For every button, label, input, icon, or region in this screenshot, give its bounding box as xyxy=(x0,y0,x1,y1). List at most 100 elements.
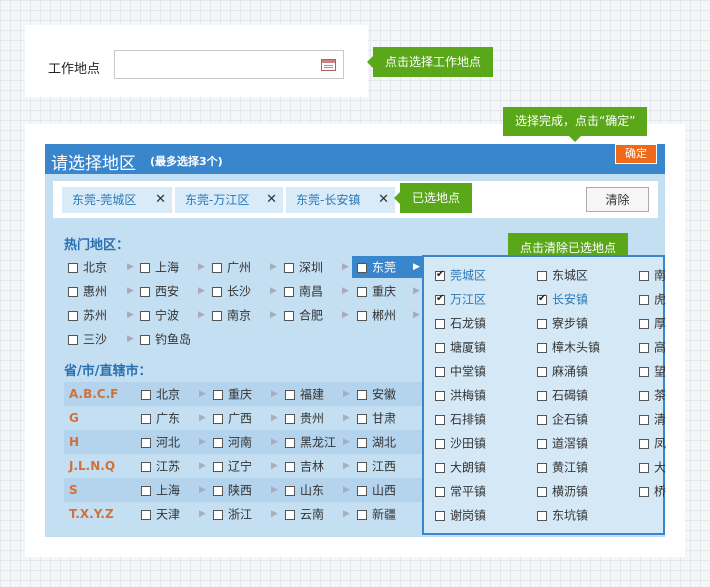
checkbox[interactable] xyxy=(141,389,151,400)
province-option[interactable]: 黑龙江 xyxy=(285,433,336,451)
clear-button[interactable]: 清除 xyxy=(586,187,649,212)
hot-option-sansha[interactable]: 三沙 xyxy=(68,330,107,348)
hot-option-xian[interactable]: 西安 xyxy=(140,282,179,300)
subregion-option[interactable]: 横沥镇 xyxy=(537,482,588,500)
province-option[interactable]: 江西 xyxy=(357,457,396,475)
checkbox[interactable] xyxy=(212,310,222,321)
checkbox[interactable] xyxy=(639,342,649,353)
checkbox[interactable] xyxy=(357,485,367,496)
checkbox[interactable] xyxy=(435,318,445,329)
province-option[interactable]: 河南 xyxy=(213,433,252,451)
remove-tag-icon[interactable]: ✕ xyxy=(266,187,277,213)
hot-option-chenzhou[interactable]: 郴州 xyxy=(357,306,396,324)
checkbox[interactable] xyxy=(639,270,649,281)
checkbox[interactable] xyxy=(639,486,649,497)
checkbox[interactable] xyxy=(213,509,223,520)
checkbox[interactable] xyxy=(537,438,547,449)
checkbox[interactable] xyxy=(639,414,649,425)
remove-tag-icon[interactable]: ✕ xyxy=(155,187,166,213)
checkbox[interactable] xyxy=(213,389,223,400)
province-option[interactable]: 江苏 xyxy=(141,457,180,475)
checkbox[interactable] xyxy=(285,461,295,472)
subregion-option[interactable]: 中堂镇 xyxy=(435,362,486,380)
checkbox[interactable] xyxy=(68,310,78,321)
subregion-option[interactable]: 桥 xyxy=(639,482,666,500)
checkbox[interactable] xyxy=(537,462,547,473)
hot-option-dongguan[interactable]: 东莞 xyxy=(357,258,396,276)
subregion-option[interactable]: 凤 xyxy=(639,434,666,452)
confirm-button[interactable]: 确定 xyxy=(615,144,657,164)
province-option[interactable]: 吉林 xyxy=(285,457,324,475)
checkbox[interactable] xyxy=(537,510,547,521)
checkbox[interactable] xyxy=(140,286,150,297)
checkbox[interactable] xyxy=(537,414,547,425)
subregion-option[interactable]: 茶 xyxy=(639,386,666,404)
calendar-icon[interactable] xyxy=(321,59,336,71)
subregion-option[interactable]: 石龙镇 xyxy=(435,314,486,332)
hot-option-guangzhou[interactable]: 广州 xyxy=(212,258,251,276)
checkbox[interactable] xyxy=(435,510,445,521)
checkbox[interactable] xyxy=(357,461,367,472)
subregion-option[interactable]: 沙田镇 xyxy=(435,434,486,452)
subregion-option[interactable]: 石排镇 xyxy=(435,410,486,428)
checkbox[interactable] xyxy=(639,366,649,377)
checkbox[interactable] xyxy=(141,413,151,424)
checkbox[interactable] xyxy=(357,389,367,400)
checkbox[interactable] xyxy=(285,509,295,520)
checkbox[interactable] xyxy=(435,293,445,305)
checkbox[interactable] xyxy=(212,286,222,297)
checkbox[interactable] xyxy=(435,438,445,449)
checkbox[interactable] xyxy=(140,310,150,321)
hot-option-chongqing[interactable]: 重庆 xyxy=(357,282,396,300)
province-option[interactable]: 甘肃 xyxy=(357,409,396,427)
checkbox[interactable] xyxy=(537,390,547,401)
checkbox[interactable] xyxy=(537,318,547,329)
hot-option-shenzhen[interactable]: 深圳 xyxy=(284,258,323,276)
province-option[interactable]: 新疆 xyxy=(357,505,396,523)
province-option[interactable]: 天津 xyxy=(141,505,180,523)
subregion-option[interactable]: 麻涌镇 xyxy=(537,362,588,380)
checkbox[interactable] xyxy=(285,485,295,496)
checkbox[interactable] xyxy=(285,389,295,400)
hot-option-suzhou[interactable]: 苏州 xyxy=(68,306,107,324)
checkbox[interactable] xyxy=(435,462,445,473)
hot-option-huizhou[interactable]: 惠州 xyxy=(68,282,107,300)
province-option[interactable]: 上海 xyxy=(141,481,180,499)
checkbox[interactable] xyxy=(68,334,78,345)
hot-option-ningbo[interactable]: 宁波 xyxy=(140,306,179,324)
subregion-option[interactable]: 樟木头镇 xyxy=(537,338,600,356)
province-option[interactable]: 陕西 xyxy=(213,481,252,499)
province-option[interactable]: 湖北 xyxy=(357,433,396,451)
checkbox[interactable] xyxy=(435,486,445,497)
checkbox[interactable] xyxy=(357,310,367,321)
checkbox[interactable] xyxy=(639,318,649,329)
subregion-option[interactable]: 企石镇 xyxy=(537,410,588,428)
checkbox[interactable] xyxy=(68,286,78,297)
checkbox[interactable] xyxy=(284,286,294,297)
checkbox[interactable] xyxy=(537,486,547,497)
checkbox[interactable] xyxy=(639,438,649,449)
remove-tag-icon[interactable]: ✕ xyxy=(378,187,389,213)
subregion-option[interactable]: 谢岗镇 xyxy=(435,506,486,524)
hot-option-hefei[interactable]: 合肥 xyxy=(284,306,323,324)
checkbox[interactable] xyxy=(141,437,151,448)
subregion-option[interactable]: 塘厦镇 xyxy=(435,338,486,356)
checkbox[interactable] xyxy=(537,366,547,377)
checkbox[interactable] xyxy=(639,390,649,401)
checkbox[interactable] xyxy=(357,437,367,448)
checkbox[interactable] xyxy=(285,437,295,448)
checkbox[interactable] xyxy=(357,509,367,520)
subregion-option[interactable]: 常平镇 xyxy=(435,482,486,500)
subregion-option[interactable]: 东城区 xyxy=(537,266,588,284)
province-option[interactable]: 浙江 xyxy=(213,505,252,523)
checkbox[interactable] xyxy=(140,262,150,273)
province-option[interactable]: 云南 xyxy=(285,505,324,523)
checkbox[interactable] xyxy=(141,485,151,496)
province-option[interactable]: 山西 xyxy=(357,481,396,499)
subregion-option[interactable]: 洪梅镇 xyxy=(435,386,486,404)
checkbox[interactable] xyxy=(141,509,151,520)
subregion-option[interactable]: 虎 xyxy=(639,290,666,308)
checkbox[interactable] xyxy=(285,413,295,424)
subregion-option[interactable]: 高 xyxy=(639,338,666,356)
province-option[interactable]: 河北 xyxy=(141,433,180,451)
